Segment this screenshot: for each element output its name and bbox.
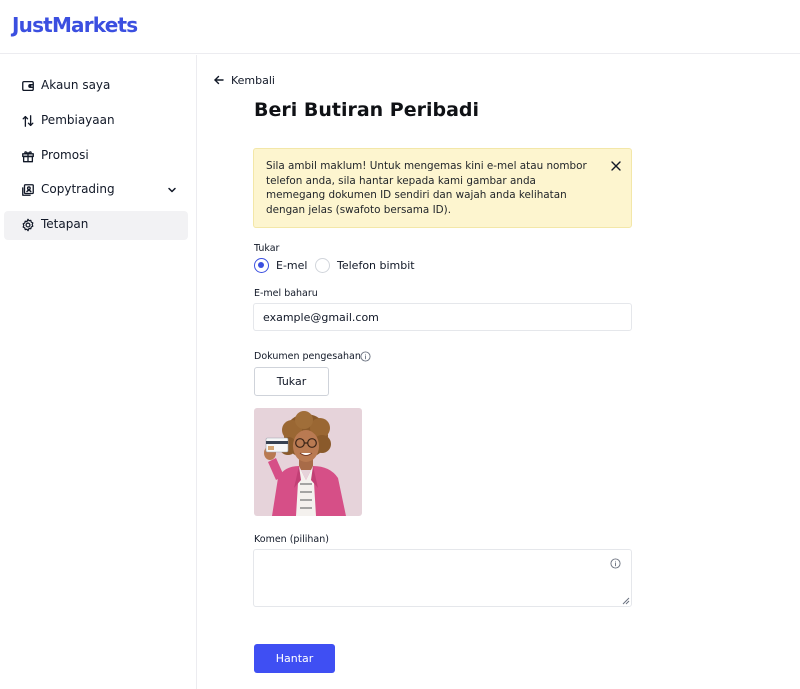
submit-button[interactable]: Hantar bbox=[254, 644, 335, 673]
sidebar-item-promosi[interactable]: Promosi bbox=[4, 142, 188, 171]
radio-phone[interactable]: Telefon bimbit bbox=[315, 257, 415, 273]
radio-email-selected[interactable] bbox=[254, 257, 269, 273]
radio-phone-unselected[interactable] bbox=[315, 257, 330, 273]
info-icon[interactable] bbox=[610, 558, 621, 569]
sidebar-item-pembiayaan[interactable]: Pembiayaan bbox=[4, 107, 188, 136]
wallet-icon bbox=[21, 79, 35, 93]
notice-alert: Sila ambil maklum! Untuk mengemas kini e… bbox=[253, 148, 632, 228]
new-email-label: E-mel baharu bbox=[254, 288, 318, 299]
resize-handle-icon[interactable] bbox=[621, 596, 630, 605]
change-document-button[interactable]: Tukar bbox=[254, 367, 329, 396]
justmarkets-logo[interactable]: JustMarkets bbox=[12, 13, 138, 37]
top-bar: JustMarkets bbox=[0, 0, 800, 54]
comment-label: Komen (pilihan) bbox=[254, 534, 329, 545]
sidebar-item-label: Copytrading bbox=[41, 182, 115, 196]
back-link[interactable]: Kembali bbox=[213, 72, 275, 88]
alert-text: Sila ambil maklum! Untuk mengemas kini e… bbox=[266, 160, 587, 216]
selfie-with-id-photo bbox=[254, 408, 362, 516]
info-icon[interactable] bbox=[360, 351, 371, 362]
sidebar-item-copytrading[interactable]: Copytrading bbox=[4, 176, 188, 205]
radio-email-label: E-mel bbox=[276, 258, 308, 272]
gear-icon bbox=[21, 218, 35, 232]
comment-field[interactable] bbox=[253, 549, 632, 607]
page-title: Beri Butiran Peribadi bbox=[254, 99, 480, 121]
arrow-left-icon bbox=[214, 75, 224, 85]
sidebar-item-akaun-saya[interactable]: Akaun saya bbox=[4, 72, 188, 101]
back-label: Kembali bbox=[231, 73, 275, 87]
new-email-field[interactable] bbox=[253, 303, 632, 331]
transfer-arrows-icon bbox=[21, 114, 35, 128]
sidebar-item-label: Pembiayaan bbox=[41, 113, 115, 127]
verification-document-label: Dokumen pengesahan bbox=[254, 351, 361, 362]
radio-email[interactable]: E-mel bbox=[254, 257, 307, 273]
sidebar-item-label: Akaun saya bbox=[41, 78, 111, 92]
change-label: Tukar bbox=[254, 243, 280, 254]
sidebar-item-label: Tetapan bbox=[41, 217, 89, 231]
sidebar: Akaun saya Pembiayaan Promosi Copytradin… bbox=[0, 55, 197, 689]
sidebar-item-tetapan[interactable]: Tetapan bbox=[4, 211, 188, 240]
radio-phone-label: Telefon bimbit bbox=[337, 258, 415, 272]
chevron-down-icon[interactable] bbox=[166, 184, 178, 196]
close-icon[interactable] bbox=[609, 159, 623, 173]
gift-icon bbox=[21, 149, 35, 163]
copytrading-icon bbox=[21, 183, 35, 197]
sidebar-item-label: Promosi bbox=[41, 148, 89, 162]
